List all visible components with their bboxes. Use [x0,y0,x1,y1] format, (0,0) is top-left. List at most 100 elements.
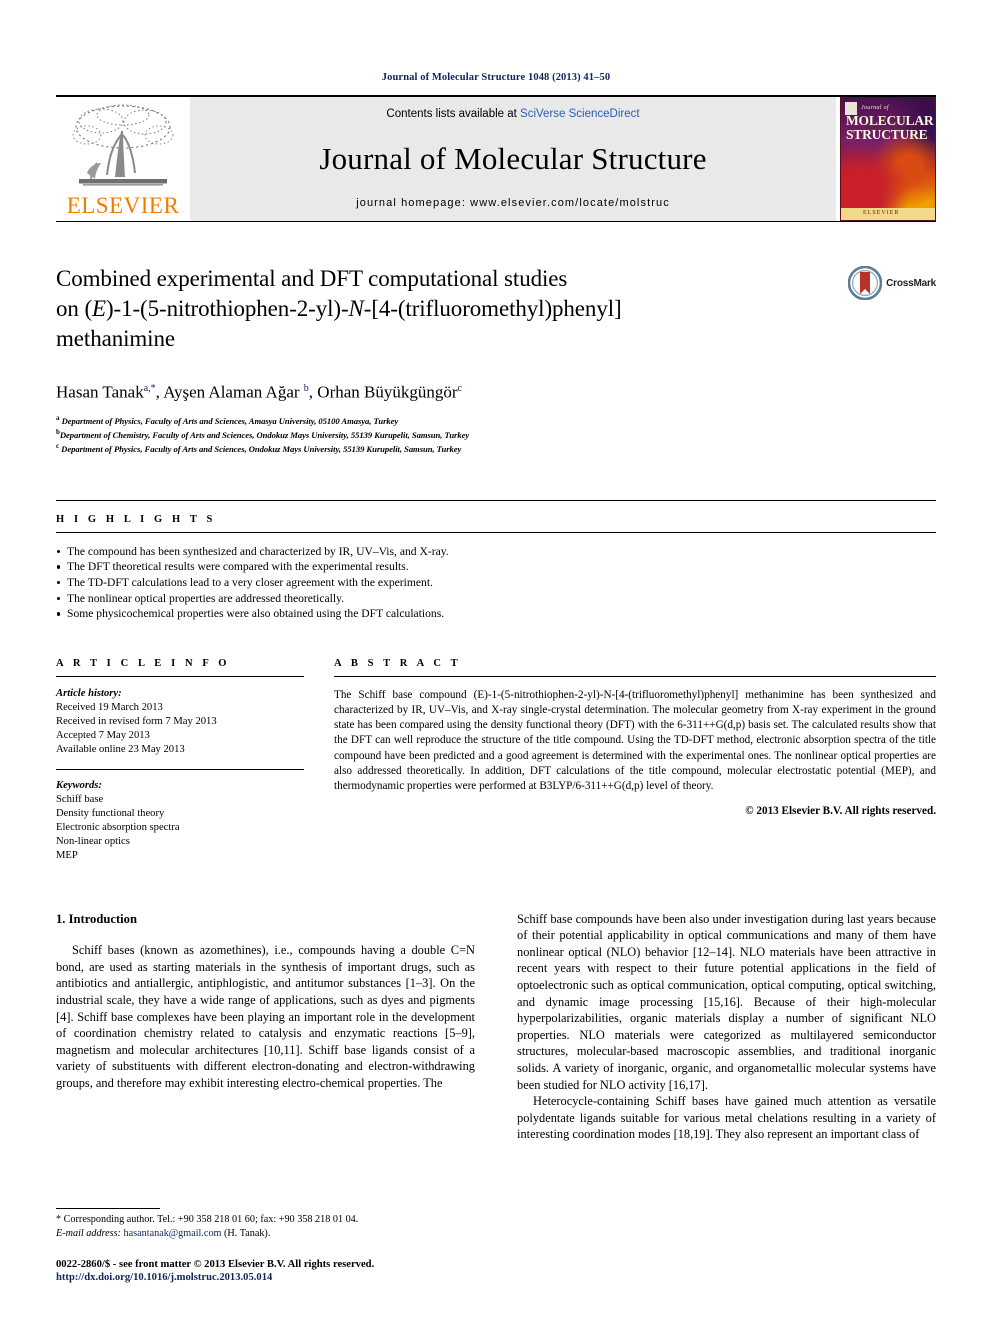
cover-title-line2: STRUCTURE [846,126,928,142]
sciencedirect-link[interactable]: SciVerse ScienceDirect [520,108,640,120]
affiliation-item: c Department of Physics, Faculty of Arts… [56,441,936,455]
author-name: Ayşen Alaman Ağar [163,382,300,402]
author-affiliation-marker[interactable]: a,* [144,383,156,394]
elsevier-tree-icon [72,104,174,186]
title-text: Combined experimental and DFT computatio… [56,264,840,354]
article-info-divider [56,675,304,677]
history-item: Received 19 March 2013 [56,701,163,713]
footnote-corresponding-line: * Corresponding author. Tel.: +90 358 21… [56,1214,359,1226]
article-info-body: Article history: Received 19 March 2013 … [56,687,304,863]
crossmark-label: CrossMark [886,277,936,289]
page-title: Combined experimental and DFT computatio… [56,264,822,354]
list-item: Some physicochemical properties were als… [56,606,936,622]
footnote-divider [56,1208,160,1210]
abstract-copyright: © 2013 Elsevier B.V. All rights reserved… [745,805,936,818]
affiliation-text: Department of Chemistry, Faculty of Arts… [59,429,470,440]
title-stereo-descriptor: E [92,296,106,321]
info-abstract-row: A R T I C L E I N F O Article history: R… [56,658,936,863]
cover-footer-label: ELSEVIER [863,210,900,216]
list-item: The nonlinear optical properties are add… [56,591,936,607]
body-column-right: Schiff base compounds have been also und… [517,911,936,1143]
keywords-label: Keywords: [56,779,102,791]
body-columns: 1. Introduction Schiff bases (known as a… [56,911,936,1143]
elsevier-logo[interactable]: ELSEVIER [56,97,190,221]
author-list: Hasan Tanaka,*, Ayşen Alaman Ağar b, Orh… [56,382,462,402]
crossmark-badge[interactable]: CrossMark [840,266,936,300]
cover-title-line1: MOLECULAR [846,113,934,128]
keyword-item: Non-linear optics [56,835,130,847]
affiliation-text: Department of Physics, Faculty of Arts a… [61,444,462,455]
title-locant-n: N [348,296,364,321]
author-name: Hasan Tanak [56,382,144,402]
keyword-item: MEP [56,849,78,861]
title-line-2-part-a: on ( [56,296,93,321]
footer-copyright: 0022-2860/$ - see front matter © 2013 El… [56,1258,375,1270]
journal-cover-cell: Journal of MOLECULAR STRUCTURE ELSEVIER [836,97,936,221]
keywords-divider [56,768,304,770]
running-head: Journal of Molecular Structure 1048 (201… [381,72,611,83]
body-paragraph: Schiff bases (known as azomethines), i.e… [56,943,475,1091]
abstract-heading: A B S T R A C T [334,657,462,669]
article-info-section: A R T I C L E I N F O Article history: R… [56,658,304,863]
email-link[interactable]: hasantanak@gmail.com [124,1228,222,1239]
title-line-3: methanimine [56,326,175,351]
list-item: The DFT theoretical results were compare… [56,559,936,575]
crossmark-block[interactable]: CrossMark [840,264,936,300]
section-heading-introduction: 1. Introduction [56,911,137,926]
keyword-item: Schiff base [56,793,104,805]
highlights-heading-divider [56,531,936,533]
corresponding-author-footnote: * Corresponding author. Tel.: +90 358 21… [56,1208,471,1240]
footnote-email-line: E-mail address: hasantanak@gmail.com (H.… [56,1227,471,1240]
body-paragraph: Schiff base compounds have been also und… [517,911,936,1092]
affiliation-list: a Department of Physics, Faculty of Arts… [56,413,936,456]
article-page: Journal of Molecular Structure 1048 (201… [0,0,992,1323]
abstract-divider [334,675,936,677]
affiliation-marker: c [56,442,60,451]
history-item: Received in revised form 7 May 2013 [56,715,217,727]
body-paragraph: Heterocycle-containing Schiff bases have… [517,1094,936,1142]
title-block: Combined experimental and DFT computatio… [56,264,936,354]
body-column-left: 1. Introduction Schiff bases (known as a… [56,911,475,1143]
cover-footer-band: ELSEVIER [841,208,935,220]
elsevier-wordmark: ELSEVIER [66,193,180,218]
author-name: Orhan Büyükgüngör [317,382,458,402]
list-item: The compound has been synthesized and ch… [56,544,936,560]
cover-journal-of-label: Journal of [861,105,889,111]
highlights-list: The compound has been synthesized and ch… [56,544,936,622]
journal-masthead: ELSEVIER Contents lists available at Sci… [56,97,936,221]
journal-cover-thumbnail[interactable]: Journal of MOLECULAR STRUCTURE ELSEVIER [840,97,936,221]
email-label: E-mail address: [56,1227,121,1239]
journal-title: Journal of Molecular Structure [319,141,707,176]
title-line-2-part-c: -[4-(trifluoromethyl)phenyl] [363,296,622,321]
page-footer: 0022-2860/$ - see front matter © 2013 El… [56,1258,374,1285]
affiliation-marker: a [56,413,60,422]
crossmark-icon [848,266,883,300]
affiliation-item: a Department of Physics, Faculty of Arts… [56,413,936,427]
highlights-heading: H I G H L I G H T S [56,513,216,525]
history-item: Accepted 7 May 2013 [56,729,150,741]
highlights-section: H I G H L I G H T S The compound has bee… [56,499,936,622]
doi-link[interactable]: http://dx.doi.org/10.1016/j.molstruc.201… [56,1272,272,1283]
title-line-2-part-b: )-1-(5-nitrothiophen-2-yl)- [105,296,349,321]
abstract-text: The Schiff base compound (E)-1-(5-nitrot… [334,688,936,792]
contents-available-line: Contents lists available at SciVerse Sci… [386,108,639,120]
keyword-item: Density functional theory [56,807,165,819]
keyword-item: Electronic absorption spectra [56,821,180,833]
author-affiliation-marker[interactable]: c [458,383,462,394]
affiliation-item: bDepartment of Chemistry, Faculty of Art… [56,427,936,441]
article-history-label: Article history: [56,687,122,699]
contents-prefix: Contents lists available at [386,108,521,120]
email-suffix: (H. Tanak). [221,1227,271,1239]
cover-title: MOLECULAR STRUCTURE [846,113,934,142]
author-affiliation-marker[interactable]: b [304,383,309,394]
article-info-heading: A R T I C L E I N F O [56,657,231,669]
journal-banner: Contents lists available at SciVerse Sci… [190,97,836,221]
list-item: The TD-DFT calculations lead to a very c… [56,575,936,591]
journal-homepage[interactable]: journal homepage: www.elsevier.com/locat… [356,197,670,209]
highlights-top-divider [56,499,936,501]
masthead-divider [56,221,936,222]
title-line-1: Combined experimental and DFT computatio… [56,266,568,291]
history-item: Available online 23 May 2013 [56,743,185,755]
affiliation-text: Department of Physics, Faculty of Arts a… [61,415,399,426]
abstract-section: A B S T R A C T The Schiff base compound… [334,658,936,863]
